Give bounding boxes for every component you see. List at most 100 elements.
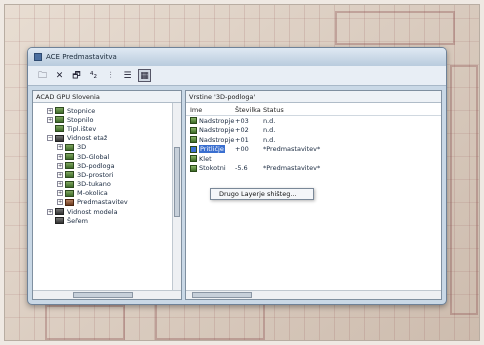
layer-folder-icon xyxy=(65,180,74,188)
layer-icon xyxy=(190,117,197,125)
list-row[interactable]: Nadstropje +03 n.d. xyxy=(186,116,441,126)
column-header-name[interactable]: Ime xyxy=(186,106,235,114)
layer-folder-icon xyxy=(55,125,64,133)
tree-item[interactable]: + 3D-podloga xyxy=(33,161,181,170)
tree-item[interactable]: + 3D-prostori xyxy=(33,170,181,179)
tree-item[interactable]: + Predmastavitev xyxy=(33,198,181,207)
cad-room xyxy=(45,305,125,340)
tree-item-label: Šeřem xyxy=(67,216,88,225)
column-header-status[interactable]: Status xyxy=(263,106,441,114)
list-view-icon[interactable]: ☰ xyxy=(121,69,134,82)
cad-room xyxy=(450,65,478,315)
tree-item[interactable]: + 3D-tukano xyxy=(33,180,181,189)
layer-icon xyxy=(190,145,197,153)
row-status: n.d. xyxy=(263,116,276,125)
list-row[interactable]: Stokotni -5.6 *Predmastavitev* xyxy=(186,164,441,174)
row-number: +02 xyxy=(235,126,249,135)
tree-item-label: Vidnost etaž xyxy=(67,134,108,143)
tree-item[interactable]: + 3D-Global xyxy=(33,152,181,161)
column-header-number[interactable]: Številka xyxy=(235,106,263,114)
close-icon[interactable]: ✕ xyxy=(53,69,66,82)
row-status: *Predmastavitev* xyxy=(263,164,321,173)
layer-folder-icon xyxy=(65,189,74,197)
scroll-thumb[interactable] xyxy=(73,292,133,298)
tree-item-label: Tipl.ištev xyxy=(67,124,97,133)
layer-folder-icon xyxy=(65,153,74,161)
tree-item-label: Stopnice xyxy=(67,106,96,115)
scroll-thumb[interactable] xyxy=(174,147,180,217)
folder-icon[interactable]: 🗀 xyxy=(36,69,49,82)
tree-item-label: 3D-Global xyxy=(77,152,110,161)
row-status: n.d. xyxy=(263,126,276,135)
layer-folder-icon xyxy=(55,208,64,216)
window-title: ACE Predmastavitva xyxy=(46,53,117,61)
list-header: Ime Številka Status xyxy=(186,105,441,116)
expand-icon[interactable]: + xyxy=(57,162,63,169)
expand-icon[interactable]: + xyxy=(47,107,53,114)
list-pane-header: Vrstine '3D-podloga' xyxy=(186,91,441,103)
expand-icon[interactable]: + xyxy=(47,116,53,123)
list-row[interactable]: Klet xyxy=(186,154,441,164)
row-name: Klet xyxy=(199,154,212,163)
app-window: ACE Predmastavitva 🗀 ✕ 🗗 ⁴₂ ⫶ ☰ ▦ ACAD G… xyxy=(27,47,447,305)
expand-icon[interactable]: + xyxy=(57,144,63,151)
collapse-icon[interactable]: − xyxy=(47,135,53,142)
list-row-selected[interactable]: Pritličje +00 *Predmastavitev* xyxy=(186,145,441,155)
layer-icon xyxy=(190,164,197,172)
tree-item-label: Predmastavitev xyxy=(77,198,128,207)
row-number: +01 xyxy=(235,135,249,144)
expand-icon[interactable]: + xyxy=(57,171,63,178)
layer-icon xyxy=(190,126,197,134)
tree-item[interactable]: − Vidnost etaž xyxy=(33,134,181,143)
layer-icon xyxy=(190,155,197,163)
layer-folder-icon xyxy=(55,134,64,142)
layer-folder-icon xyxy=(55,107,64,115)
expand-icon[interactable]: + xyxy=(57,181,63,188)
row-status: *Predmastavitev* xyxy=(263,145,321,154)
detail-view-icon[interactable]: ▦ xyxy=(138,69,151,82)
tree-item[interactable]: + 3D xyxy=(33,143,181,152)
layer-folder-icon xyxy=(65,198,74,206)
layer-folder-icon xyxy=(65,162,74,170)
screenshot-photo: ACE Predmastavitva 🗀 ✕ 🗗 ⁴₂ ⫶ ☰ ▦ ACAD G… xyxy=(4,4,480,341)
layer-tree: + Stopnice + Stopnilo Tipl.ištev − Vidno… xyxy=(33,103,181,225)
list-row[interactable]: Nadstropje +01 n.d. xyxy=(186,135,441,145)
list-row[interactable]: Nadstropje +02 n.d. xyxy=(186,126,441,136)
properties-icon[interactable]: 🗗 xyxy=(70,69,83,82)
tree-item-label: M-okolica xyxy=(77,189,108,198)
tree-item-label: Vidnost modela xyxy=(67,207,118,216)
list-horizontal-scrollbar[interactable] xyxy=(186,290,441,299)
sort-icon[interactable]: ⁴₂ xyxy=(87,69,100,82)
titlebar[interactable]: ACE Predmastavitva xyxy=(28,48,446,66)
tree-item[interactable]: Šeřem xyxy=(33,216,181,225)
expand-icon[interactable]: + xyxy=(47,208,53,215)
tree-item[interactable]: + Stopnice xyxy=(33,106,181,115)
tree-horizontal-scrollbar[interactable] xyxy=(33,290,181,299)
expand-icon[interactable]: + xyxy=(57,199,63,206)
filter-icon[interactable]: ⫶ xyxy=(104,69,117,82)
context-menu-item[interactable]: Drugo Layerje shišteg... xyxy=(219,190,297,198)
row-name: Nadstropje xyxy=(199,135,235,144)
app-icon xyxy=(34,53,42,61)
tree-item-label: 3D-prostori xyxy=(77,170,114,179)
row-name: Pritličje xyxy=(199,145,225,154)
cad-room xyxy=(335,11,455,45)
tree-item-label: Stopnilo xyxy=(67,115,94,124)
row-name: Nadstropje xyxy=(199,116,235,125)
expand-icon[interactable]: + xyxy=(57,153,63,160)
row-status: n.d. xyxy=(263,135,276,144)
layer-icon xyxy=(190,136,197,144)
row-number: +00 xyxy=(235,145,249,154)
tree-item[interactable]: + M-okolica xyxy=(33,189,181,198)
layer-folder-icon xyxy=(65,143,74,151)
expand-icon[interactable]: + xyxy=(57,190,63,197)
layer-folder-icon xyxy=(55,217,64,225)
scroll-thumb[interactable] xyxy=(192,292,252,298)
tree-vertical-scrollbar[interactable] xyxy=(172,103,181,290)
context-menu: Drugo Layerje shišteg... xyxy=(210,188,314,200)
tree-item-label: 3D-podloga xyxy=(77,161,115,170)
tree-item[interactable]: + Vidnost modela xyxy=(33,207,181,216)
tree-item[interactable]: + Stopnilo xyxy=(33,115,181,124)
tree-item-label: 3D-tukano xyxy=(77,180,111,189)
tree-item[interactable]: Tipl.ištev xyxy=(33,124,181,133)
